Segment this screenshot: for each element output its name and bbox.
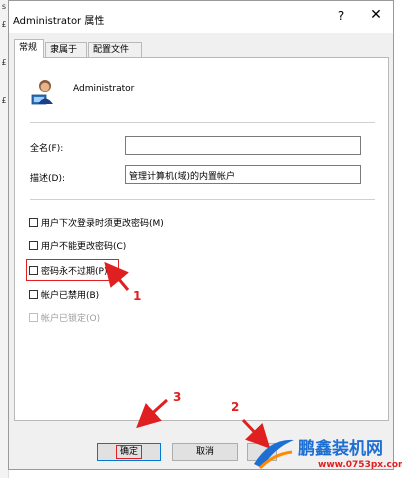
bg-char: £ xyxy=(1,96,7,105)
checkbox-cannot-change-password[interactable]: 用户不能更改密码(C) xyxy=(29,238,126,252)
bg-char: £ xyxy=(1,58,7,67)
fullname-input[interactable] xyxy=(125,136,361,155)
checkbox-label: 用户不能更改密码(C) xyxy=(41,241,127,252)
user-icon xyxy=(31,80,53,105)
checkbox-box[interactable] xyxy=(29,240,38,250)
ok-button[interactable]: 确定 xyxy=(97,443,161,461)
tab-member-of[interactable]: 隶属于 xyxy=(45,42,87,57)
properties-dialog: Administrator 属性 ? ✕ 常规 隶属于 配置文件 Adminis… xyxy=(8,0,394,470)
description-label: 描述(D): xyxy=(30,174,65,184)
checkbox-label: 帐户已锁定(O) xyxy=(41,313,101,324)
checkbox-box[interactable] xyxy=(29,289,38,299)
annotation-number-2: 2 xyxy=(231,400,240,414)
checkbox-label: 用户下次登录时须更改密码(M) xyxy=(41,218,164,229)
separator xyxy=(30,199,375,200)
general-tab-panel: Administrator 全名(F): 描述(D): 管理计算机(域)的内置帐… xyxy=(14,57,389,421)
close-button[interactable]: ✕ xyxy=(367,7,385,23)
checkbox-must-change-password[interactable]: 用户下次登录时须更改密码(M) xyxy=(29,215,164,229)
watermark-url: www.0753px.com xyxy=(318,460,402,470)
watermark-title: 鹏鑫装机网 xyxy=(298,439,383,459)
watermark: 鹏鑫装机网 www.0753px.com xyxy=(248,432,402,478)
checkbox-box[interactable] xyxy=(29,217,38,227)
checkbox-account-locked: 帐户已锁定(O) xyxy=(29,310,100,324)
bg-char: £ xyxy=(1,20,7,29)
ok-button-label: 确定 xyxy=(115,445,142,459)
annotation-number-3: 3 xyxy=(173,390,182,404)
cancel-button[interactable]: 取消 xyxy=(172,443,238,461)
tab-general[interactable]: 常规 xyxy=(14,39,44,58)
annotation-highlight-box xyxy=(26,259,119,281)
dialog-title: Administrator 属性 xyxy=(13,16,105,27)
fullname-label: 全名(F): xyxy=(30,144,64,154)
checkbox-box xyxy=(29,312,38,322)
user-name: Administrator xyxy=(73,84,135,94)
description-input[interactable]: 管理计算机(域)的内置帐户 xyxy=(125,165,361,184)
bg-char: s xyxy=(1,2,7,11)
annotation-number-1: 1 xyxy=(133,289,142,303)
tab-profile[interactable]: 配置文件 xyxy=(88,42,142,57)
title-bar: Administrator 属性 ? ✕ xyxy=(9,1,393,33)
checkbox-label: 帐户已禁用(B) xyxy=(41,290,100,301)
checkbox-account-disabled[interactable]: 帐户已禁用(B) xyxy=(29,287,99,301)
swoosh-logo-icon xyxy=(254,439,294,470)
separator xyxy=(30,122,375,123)
help-button[interactable]: ? xyxy=(333,9,349,23)
